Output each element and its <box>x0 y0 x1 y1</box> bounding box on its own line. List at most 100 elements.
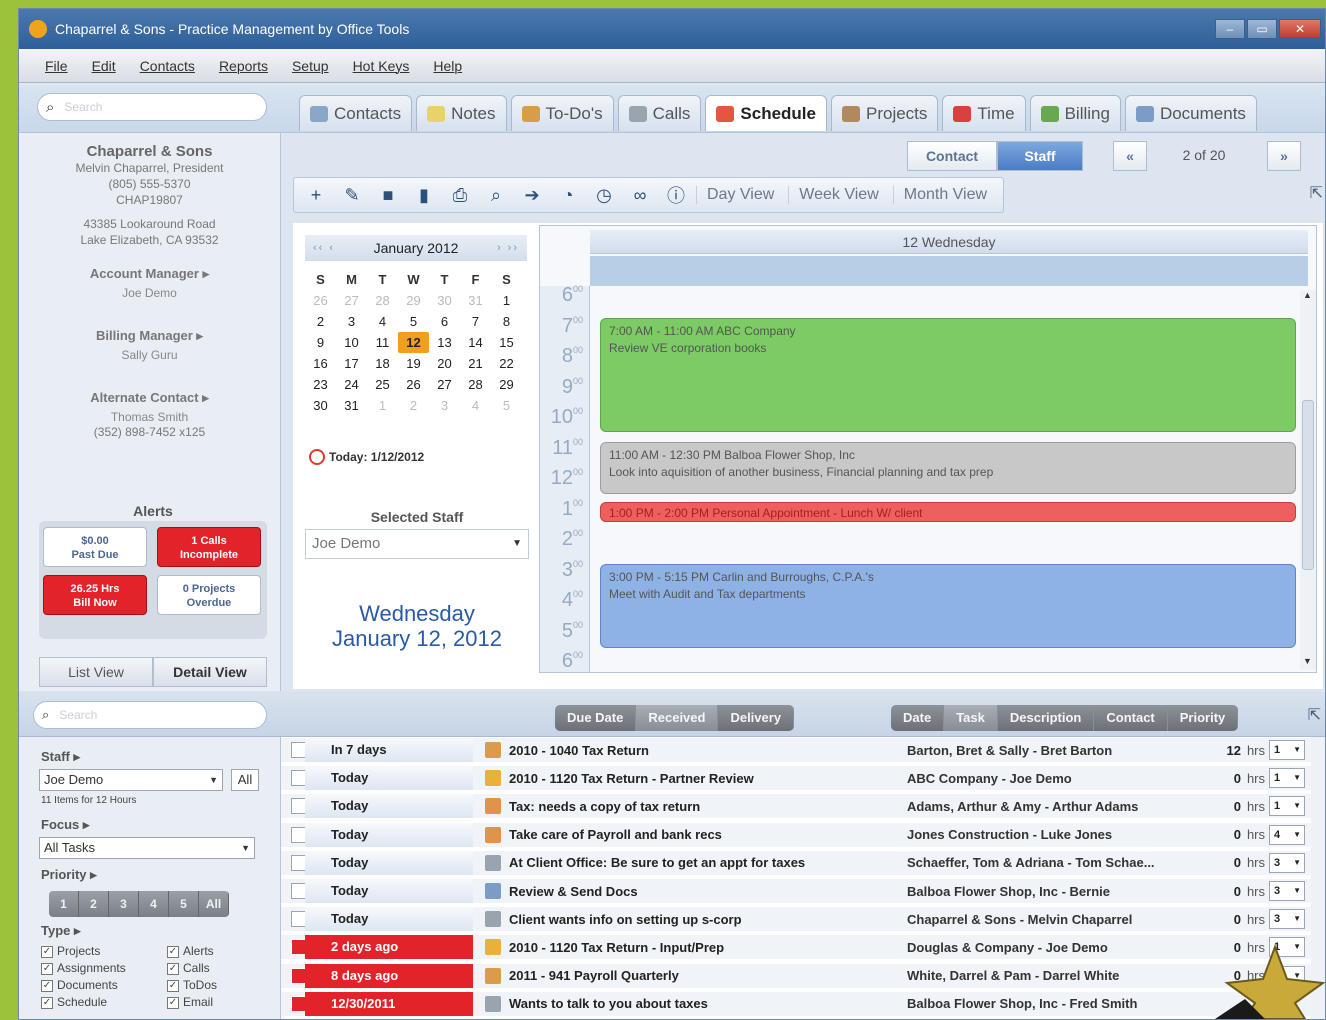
calendar-day[interactable]: 14 <box>460 332 491 353</box>
calendar-day[interactable]: 1 <box>491 290 522 311</box>
calendar-day[interactable]: 5 <box>491 395 522 416</box>
priority-button[interactable]: 5 <box>169 891 199 917</box>
clock-icon[interactable]: ◷ <box>588 180 620 210</box>
calendar-day[interactable]: 25 <box>367 374 398 395</box>
focus-filter-dropdown[interactable]: All Tasks ▼ <box>39 837 255 859</box>
calendar-day[interactable]: 16 <box>305 353 336 374</box>
prev-record-button[interactable]: « <box>1113 141 1147 171</box>
task-row[interactable]: 8 days ago 2011 - 941 Payroll Quarterly Wh… <box>281 963 1325 990</box>
all-day-row[interactable] <box>590 256 1308 286</box>
scroll-up-icon[interactable]: ▲ <box>1303 290 1312 300</box>
tab-billing[interactable]: Billing <box>1029 95 1121 131</box>
type-checkbox-documents[interactable]: ✓ Documents <box>41 977 167 994</box>
menu-help[interactable]: Help <box>433 58 462 74</box>
sort-description-button[interactable]: Description <box>998 705 1095 731</box>
billing-manager-link[interactable]: Billing Manager ▸ <box>19 328 280 344</box>
popout-icon[interactable]: ⇱ <box>1310 183 1323 203</box>
sort-received-button[interactable]: Received <box>636 705 719 731</box>
bill-now-alert[interactable]: 26.25 Hrs Bill Now <box>43 575 147 615</box>
calendar-day[interactable]: 28 <box>367 290 398 311</box>
calendar-day[interactable]: 9 <box>305 332 336 353</box>
calendar-day[interactable]: 3 <box>336 311 367 332</box>
task-priority-dropdown[interactable]: 1▼ <box>1269 768 1305 789</box>
past-due-alert[interactable]: $0.00 Past Due <box>43 527 147 567</box>
task-row[interactable]: 2 days ago 2010 - 1120 Tax Return - Input… <box>281 935 1325 962</box>
calendar-day[interactable]: 2 <box>398 395 429 416</box>
link-icon[interactable]: ∞ <box>624 180 656 210</box>
calendar-day[interactable]: 28 <box>460 374 491 395</box>
maximize-button[interactable]: ▭ <box>1247 19 1277 39</box>
minimize-button[interactable]: – <box>1215 19 1245 39</box>
task-row[interactable]: Today Review & Send Docs Balboa Flower Sho… <box>281 879 1325 905</box>
calendar-day[interactable]: 26 <box>398 374 429 395</box>
calendar-day[interactable]: 3 <box>429 395 460 416</box>
staff-toggle[interactable]: Staff <box>997 141 1083 171</box>
delete-trash-icon[interactable]: ▮ <box>408 180 440 210</box>
calendar-day[interactable]: 4 <box>460 395 491 416</box>
task-priority-dropdown[interactable]: 3 ▼ <box>1269 852 1305 873</box>
calendar-day[interactable]: 22 <box>491 353 522 374</box>
calendar-day[interactable]: 29 <box>491 374 522 395</box>
task-row[interactable]: 12/30/2011 Wants to talk to you about tax… <box>281 991 1325 1018</box>
edit-pencil-icon[interactable]: ✎ <box>336 180 368 210</box>
calendar-day[interactable]: 17 <box>336 353 367 374</box>
info-icon[interactable]: ⓘ <box>660 180 692 210</box>
calendar-day[interactable]: 18 <box>367 353 398 374</box>
calendar-day[interactable]: 6 <box>429 311 460 332</box>
focus-filter-label[interactable]: Focus ▸ <box>41 817 89 833</box>
calendar-day[interactable]: 29 <box>398 290 429 311</box>
export-icon[interactable]: ➔ <box>516 180 548 210</box>
task-row[interactable]: In 7 days 2010 - 1040 Tax Return Barton, B… <box>281 738 1325 764</box>
type-checkbox-assignments[interactable]: ✓ Assignments <box>41 960 167 977</box>
day-view-button[interactable]: Day View <box>696 186 784 204</box>
appointment[interactable]: 11:00 AM - 12:30 PM Balboa Flower Shop, … <box>600 442 1296 494</box>
calendar-day[interactable]: 5 <box>398 311 429 332</box>
calendar-day[interactable]: 30 <box>429 290 460 311</box>
sort-contact-button[interactable]: Contact <box>1094 705 1168 731</box>
sort-delivery-button[interactable]: Delivery <box>718 705 795 731</box>
today-link[interactable]: Today: 1/12/2012 <box>309 449 424 465</box>
calendar-day[interactable]: 15 <box>491 332 522 353</box>
task-priority-dropdown[interactable]: 4 ▼ <box>1269 824 1305 845</box>
month-view-button[interactable]: Month View <box>892 186 997 204</box>
calls-alert[interactable]: 1 Calls Incomplete <box>157 527 261 567</box>
sort-due-date-button[interactable]: Due Date <box>555 705 637 731</box>
priority-button[interactable]: 2 <box>79 891 109 917</box>
calendar-day[interactable]: 27 <box>429 374 460 395</box>
tab-calls[interactable]: Calls <box>617 95 702 131</box>
task-priority-dropdown[interactable]: 3 ▼ <box>1269 881 1305 901</box>
priority-button[interactable]: 1 <box>49 891 79 917</box>
contact-toggle[interactable]: Contact <box>907 141 997 171</box>
type-checkbox-alerts[interactable]: ✓ Alerts <box>167 943 257 960</box>
calendar-day[interactable]: 30 <box>305 395 336 416</box>
add-icon[interactable]: + <box>300 180 332 210</box>
scroll-thumb[interactable] <box>1302 400 1314 570</box>
print-icon[interactable]: ⎙ <box>444 180 476 210</box>
calendar-next-button[interactable]: › ›› <box>497 242 519 254</box>
calendar-day[interactable]: 8 <box>491 311 522 332</box>
calendar-prev-button[interactable]: ‹‹ ‹ <box>313 242 335 254</box>
task-priority-dropdown[interactable]: 1▼ <box>1269 740 1305 760</box>
calendar-day[interactable]: 13 <box>429 332 460 353</box>
appointment[interactable]: 3:00 PM - 5:15 PM Carlin and Burroughs, … <box>600 564 1296 648</box>
calendar-day[interactable]: 20 <box>429 353 460 374</box>
priority-button[interactable]: 3 <box>109 891 139 917</box>
calendar-day-selected[interactable]: 12 <box>398 332 429 353</box>
save-icon[interactable]: ■ <box>372 180 404 210</box>
calendar-day[interactable]: 10 <box>336 332 367 353</box>
calendar-day[interactable]: 19 <box>398 353 429 374</box>
priority-button[interactable]: All <box>199 891 229 917</box>
reminder-icon[interactable]: ◔ <box>552 180 584 210</box>
sort-priority-button[interactable]: Priority <box>1168 705 1239 731</box>
tab-time[interactable]: Time <box>942 95 1026 131</box>
menu-hotkeys[interactable]: Hot Keys <box>353 58 410 74</box>
calendar-day[interactable]: 11 <box>367 332 398 353</box>
alternate-contact-link[interactable]: Alternate Contact ▸ <box>19 390 280 406</box>
search-input[interactable]: ⌕ Search <box>37 93 267 121</box>
calendar-day[interactable]: 21 <box>460 353 491 374</box>
calendar-day[interactable]: 7 <box>460 311 491 332</box>
calendar-day[interactable]: 23 <box>305 374 336 395</box>
task-row[interactable]: Today 2010 - 1120 Tax Return - Partner Re… <box>281 766 1325 793</box>
type-checkbox-schedule[interactable]: ✓ Schedule <box>41 994 167 1011</box>
menu-reports[interactable]: Reports <box>219 58 268 74</box>
